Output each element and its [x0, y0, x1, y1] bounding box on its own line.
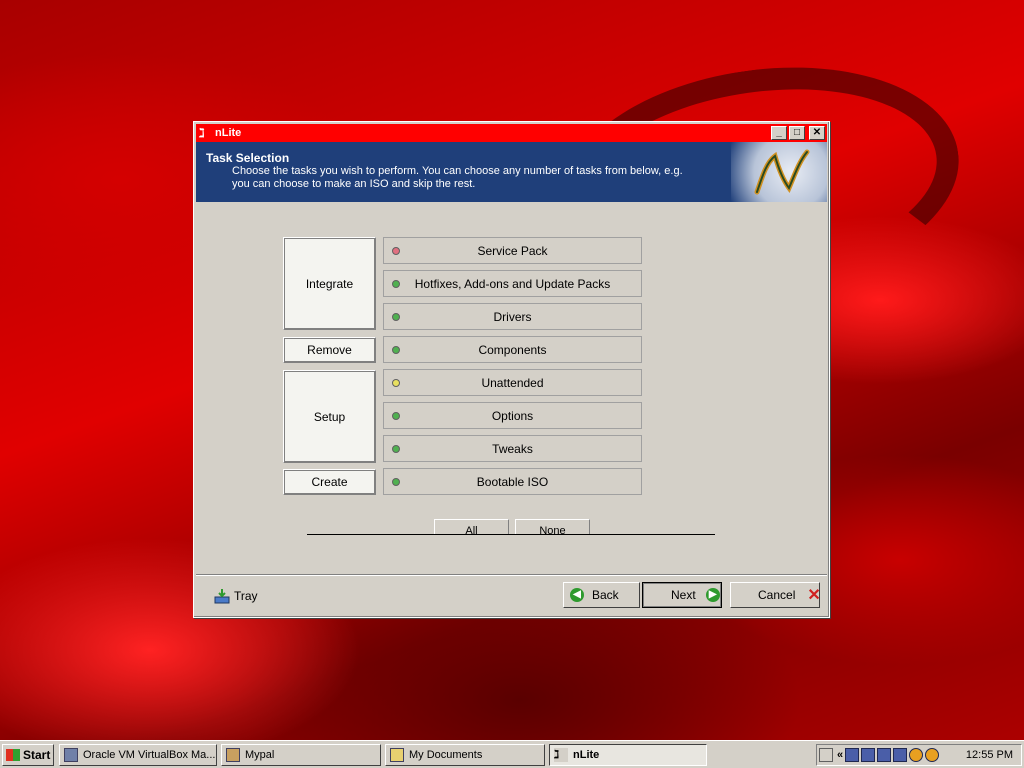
selection-divider — [307, 534, 715, 535]
status-dot-icon — [392, 312, 400, 321]
windows-logo-icon — [6, 749, 20, 761]
task-panel: Integrate Remove Setup Create Service Pa… — [196, 202, 827, 574]
status-dot-icon — [392, 477, 400, 486]
keyboard-icon[interactable] — [819, 748, 833, 762]
back-label: Back — [592, 588, 619, 602]
network-icon[interactable] — [845, 748, 860, 762]
task-bootable-iso[interactable]: Bootable ISO — [383, 468, 642, 495]
alert-icon[interactable] — [909, 748, 924, 762]
description-line-1: Choose the tasks you wish to perform. Yo… — [232, 165, 683, 177]
select-none-button[interactable]: None — [515, 519, 590, 535]
system-tray: « 12:55 PM — [816, 744, 1022, 766]
start-button[interactable]: Start — [2, 744, 54, 766]
mypal-icon — [226, 748, 240, 762]
task-label: Service Pack — [477, 243, 548, 258]
task-hotfixes[interactable]: Hotfixes, Add-ons and Update Packs — [383, 270, 642, 297]
task-drivers[interactable]: Drivers — [383, 303, 642, 330]
status-dot-icon — [392, 279, 400, 288]
create-group-button[interactable]: Create — [283, 469, 376, 495]
page-title: Task Selection — [206, 151, 290, 165]
taskbar-item-label: nLite — [573, 749, 600, 761]
taskbar-item-label: Mypal — [245, 749, 275, 761]
taskbar-item-mypal[interactable]: Mypal — [221, 744, 381, 766]
network-icon-2[interactable] — [861, 748, 876, 762]
cancel-x-icon: ✕ — [807, 587, 821, 604]
back-arrow-icon: ◀ — [570, 588, 584, 602]
task-label: Options — [491, 408, 534, 423]
task-label: Components — [478, 342, 547, 357]
next-label: Next — [671, 588, 696, 602]
taskbar: Start Oracle VM VirtualBox Ma... Mypal M… — [0, 740, 1024, 768]
nlite-logo — [731, 142, 827, 202]
task-components[interactable]: Components — [383, 336, 642, 363]
tray-chevron-icon[interactable]: « — [837, 749, 843, 761]
task-tweaks[interactable]: Tweaks — [383, 435, 642, 462]
maximize-button[interactable]: □ — [789, 126, 805, 140]
taskbar-item-label: My Documents — [409, 749, 483, 761]
page-description: Choose the tasks you wish to perform. Yo… — [232, 165, 692, 191]
nlite-window: ℷ nLite _ □ ✕ Task Selection Choose the … — [193, 121, 830, 618]
close-button[interactable]: ✕ — [809, 126, 825, 140]
wizard-header: Task Selection Choose the tasks you wish… — [196, 142, 827, 202]
task-options[interactable]: Options — [383, 402, 642, 429]
task-label: Drivers — [493, 309, 532, 324]
task-label: Bootable ISO — [476, 474, 549, 489]
status-dot-icon — [392, 411, 400, 420]
back-button[interactable]: ◀ Back — [563, 582, 640, 608]
search-icon[interactable] — [925, 748, 940, 762]
status-dot-icon — [392, 378, 400, 387]
taskbar-item-label: Oracle VM VirtualBox Ma... — [83, 749, 216, 761]
setup-group-button[interactable]: Setup — [283, 370, 376, 463]
next-arrow-icon: ▶ — [705, 588, 720, 602]
folder-icon — [390, 748, 404, 762]
status-dot-icon — [392, 246, 400, 255]
nlite-taskbar-icon: ℷ — [554, 748, 568, 762]
network-icon-4[interactable] — [893, 748, 908, 762]
cancel-button[interactable]: Cancel ✕ — [730, 582, 821, 608]
taskbar-item-my-documents[interactable]: My Documents — [385, 744, 545, 766]
taskbar-item-nlite[interactable]: ℷ nLite — [549, 744, 707, 766]
start-label: Start — [23, 748, 51, 762]
status-dot-icon — [392, 345, 400, 354]
select-all-button[interactable]: All — [434, 519, 509, 535]
taskbar-item-virtualbox[interactable]: Oracle VM VirtualBox Ma... — [59, 744, 217, 766]
nlite-logo-icon — [754, 149, 810, 195]
minimize-button[interactable]: _ — [771, 126, 787, 140]
tray-button[interactable]: Tray — [214, 588, 258, 604]
clock[interactable]: 12:55 PM — [966, 749, 1013, 761]
integrate-group-button[interactable]: Integrate — [283, 237, 376, 330]
window-title: nLite — [215, 127, 242, 139]
nlite-app-icon: ℷ — [199, 126, 205, 140]
task-service-pack[interactable]: Service Pack — [383, 237, 642, 264]
tray-label: Tray — [234, 589, 258, 603]
description-line-2: you can choose to make an ISO and skip t… — [232, 178, 476, 190]
virtualbox-icon — [64, 748, 78, 762]
next-button[interactable]: Next ▶ — [642, 582, 722, 608]
tray-icon — [214, 589, 230, 604]
title-bar[interactable]: ℷ nLite _ □ ✕ — [196, 124, 827, 142]
task-label: Unattended — [481, 375, 544, 390]
task-label: Hotfixes, Add-ons and Update Packs — [414, 276, 611, 291]
network-icon-3[interactable] — [877, 748, 892, 762]
task-unattended[interactable]: Unattended — [383, 369, 642, 396]
remove-group-button[interactable]: Remove — [283, 337, 376, 363]
cancel-label: Cancel — [758, 588, 796, 602]
status-dot-icon — [392, 444, 400, 453]
task-label: Tweaks — [492, 441, 533, 456]
footer-divider — [196, 574, 827, 576]
